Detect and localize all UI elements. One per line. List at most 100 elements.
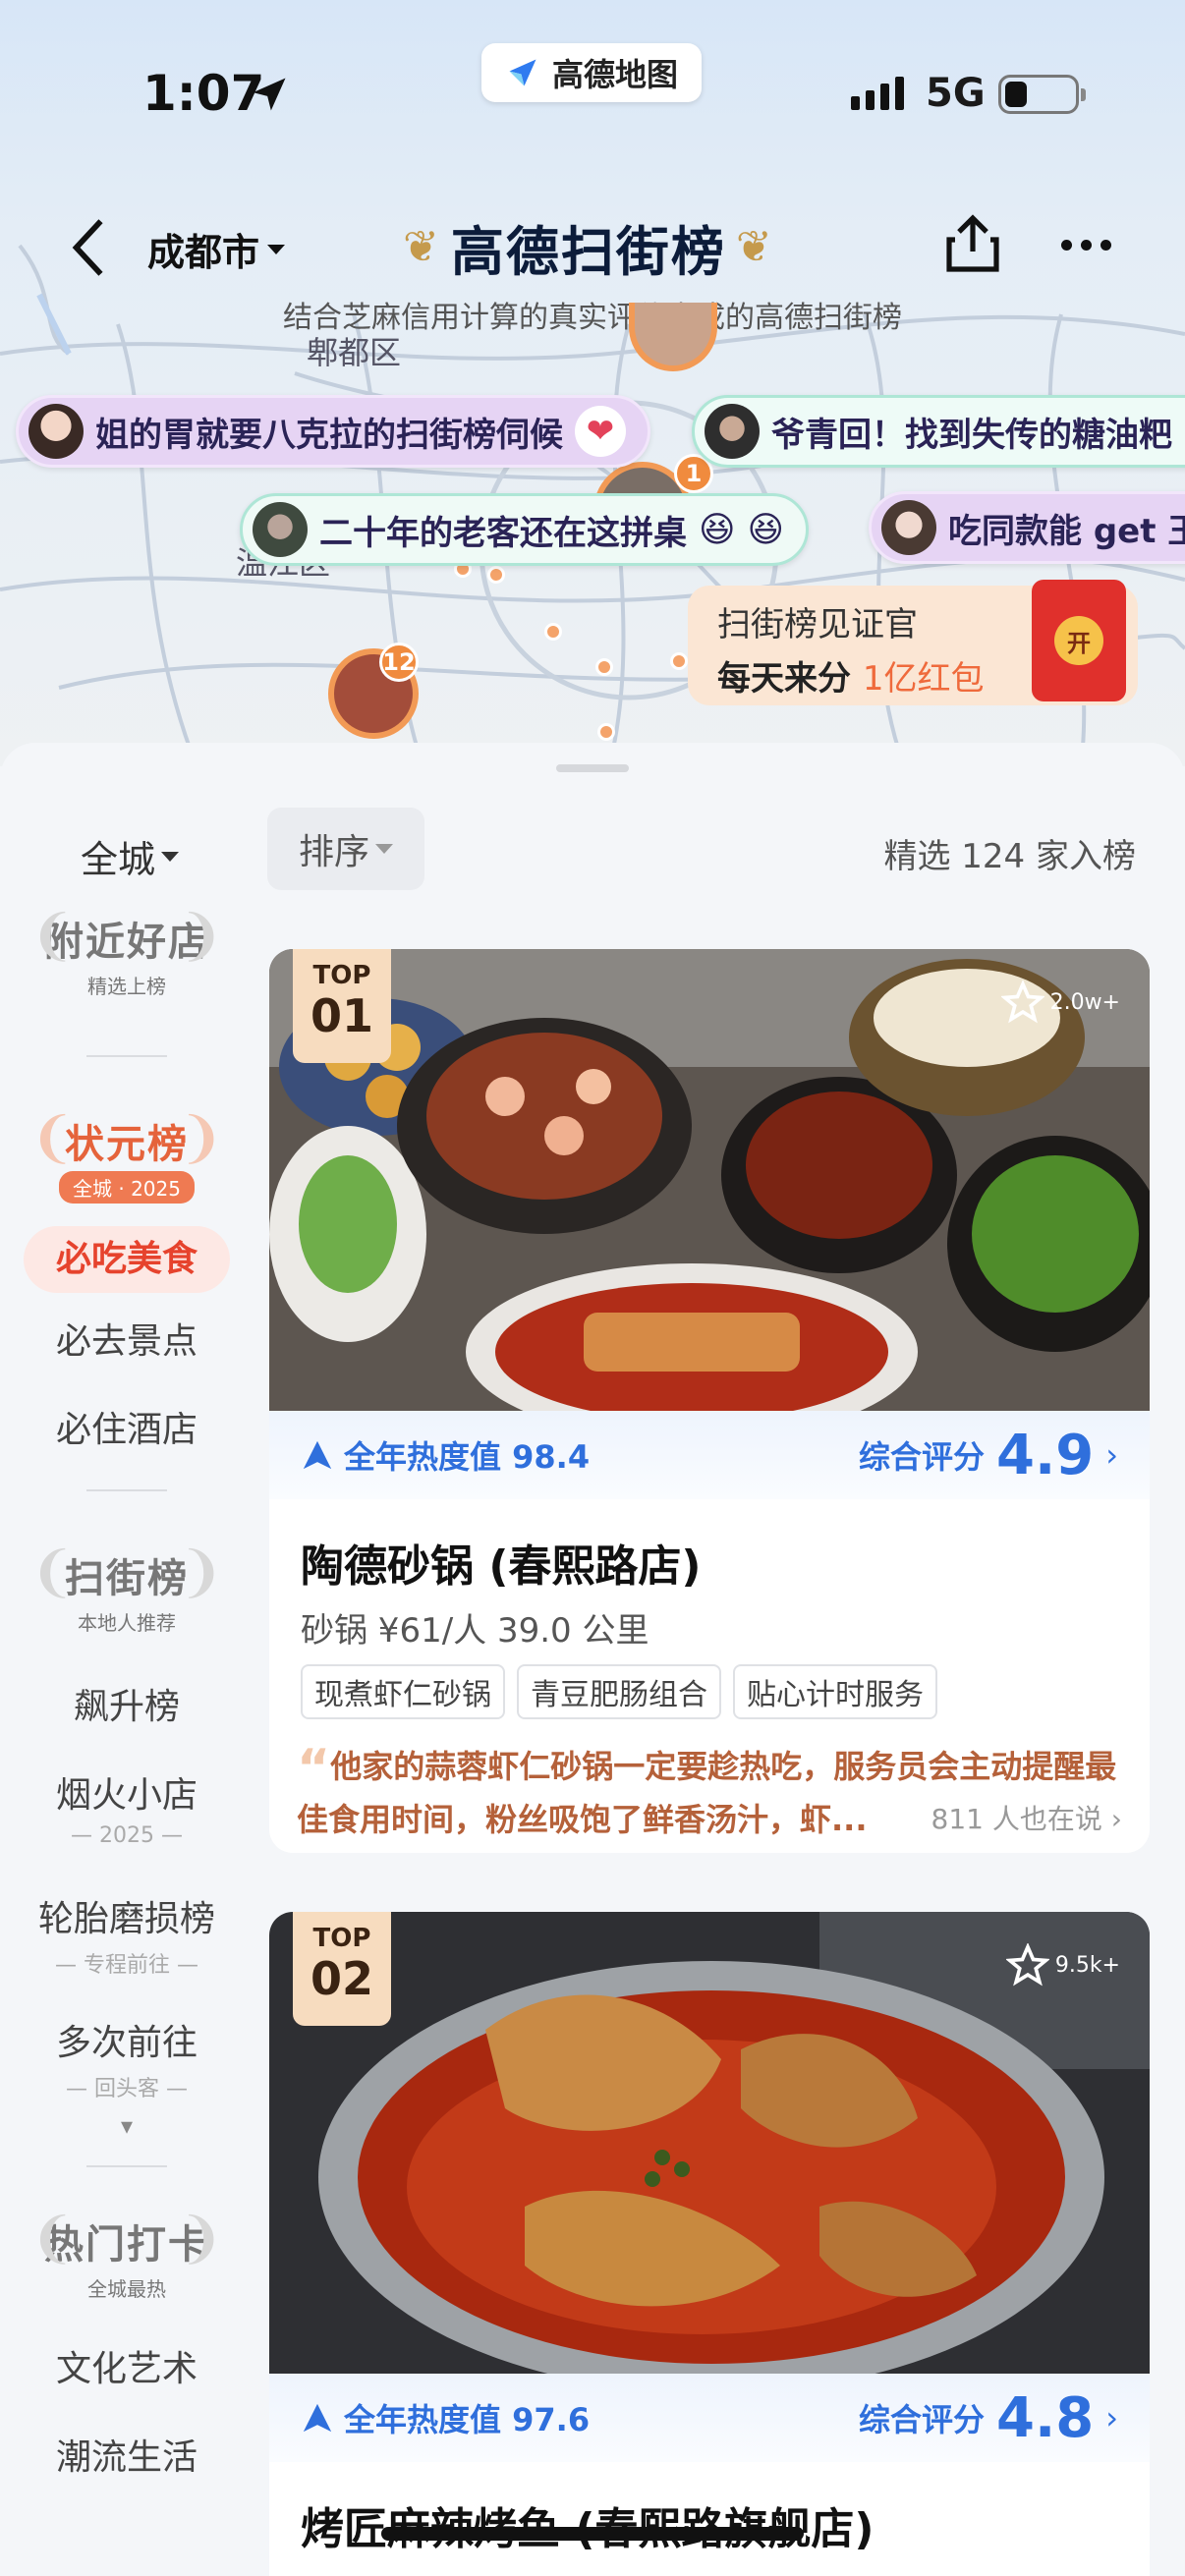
sidebar-item-tire-wear[interactable]: 轮胎磨损榜 — 专程前往 — <box>0 1890 254 1979</box>
heat-value: 全年热度值 97.6 <box>301 2395 590 2440</box>
back-arrow-icon[interactable] <box>67 212 112 283</box>
chevron-right-icon: › <box>1105 1436 1118 1474</box>
sidebar-item-label: 轮胎磨损榜 <box>37 1899 215 1939</box>
sidebar-section-street[interactable]: ❨ ❩ 扫街榜 本地人推荐 <box>0 1540 254 1638</box>
sidebar-section-nearby[interactable]: ❨ ❩ 附近好店 精选上榜 <box>0 904 254 1001</box>
sidebar-item-must-visit[interactable]: 必去景点 <box>0 1313 254 1364</box>
shop-name[interactable]: 陶德砂锅 (春熙路店) <box>301 1531 702 1594</box>
review-bubble[interactable]: 吃同款能 get 王 <box>869 491 1185 564</box>
shop-card[interactable]: TOP 02 9.5k+ 全年热度值 97.6 综合评分 4.8 › 烤匠麻辣烤… <box>269 1912 1150 2576</box>
red-packet-banner[interactable]: 扫街榜见证官 每天来分 1亿红包 开 <box>688 580 1138 705</box>
shop-photo[interactable]: TOP 01 2.0w+ <box>269 949 1150 1411</box>
review-bubble[interactable]: 姐的胃就要八克拉的扫街榜伺候 ❤ <box>16 395 650 468</box>
shop-tag: 青豆肥肠组合 <box>517 1664 721 1719</box>
section-subtitle: 全城最热 <box>87 2277 166 2301</box>
wreath-icon: ❨ <box>29 1540 76 1604</box>
sidebar-section-hot[interactable]: ❨ ❩ 热门打卡 全城最热 <box>0 2207 254 2304</box>
review-bubble-text: 姐的胃就要八克拉的扫街榜伺候 <box>95 415 563 455</box>
signal-icon <box>851 77 904 110</box>
shop-card[interactable]: TOP 01 2.0w+ 全年热度值 98.4 综合评分 4.9 › 陶德砂锅 … <box>269 949 1150 1853</box>
laurel-left-icon: ❦ <box>403 222 441 272</box>
star-icon <box>1005 1943 1049 1987</box>
shop-stats: 全年热度值 98.4 综合评分 4.9 › <box>269 1411 1150 1499</box>
sidebar-item-label: 烟火小店 <box>55 1775 198 1816</box>
laughing-emoji-icon: 😆 <box>747 509 785 550</box>
review-quote[interactable]: “他家的蒜蓉虾仁砂锅一定要趁热吃，服务员会主动提醒最佳食用时间，粉丝吸饱了鲜香汤… <box>297 1741 1122 1845</box>
sidebar-item-rising[interactable]: 飙升榜 <box>0 1678 254 1729</box>
page-title-text: 高德扫街榜 <box>450 221 726 283</box>
review-bubble-text: 吃同款能 get 王 <box>948 511 1185 551</box>
ranking-sheet: 全城 排序 精选 124 家入榜 ❨ ❩ 附近好店 精选上榜 ❨ ❩ 状元榜 全… <box>0 743 1185 2576</box>
expand-chevron-icon[interactable]: ▾ <box>0 2112 254 2140</box>
favorite-button[interactable]: 2.0w+ <box>1000 980 1120 1024</box>
favorite-button[interactable]: 9.5k+ <box>1005 1943 1120 1987</box>
chevron-right-icon: › <box>1105 2399 1118 2436</box>
favorite-count: 2.0w+ <box>1049 989 1120 1015</box>
sidebar-section-champion[interactable]: ❨ ❩ 状元榜 全城 · 2025 <box>0 1106 254 1204</box>
wreath-icon: ❩ <box>178 2207 224 2270</box>
page-subtitle: 结合芝麻信用计算的真实评价生成的高德扫街榜 <box>283 301 902 335</box>
more-options-icon[interactable] <box>1061 240 1111 251</box>
map-dot[interactable] <box>487 566 505 584</box>
map-dot[interactable] <box>544 623 562 641</box>
avatar <box>253 502 308 557</box>
shop-photo[interactable]: TOP 02 9.5k+ <box>269 1912 1150 2374</box>
heart-icon: ❤ <box>575 406 626 457</box>
map-dot[interactable] <box>597 723 615 741</box>
sidebar-item-culture-art[interactable]: 文化艺术 <box>0 2340 254 2391</box>
favorite-count: 9.5k+ <box>1054 1952 1120 1978</box>
rank-label: TOP <box>312 1924 371 1953</box>
app-back-banner[interactable]: 高德地图 <box>481 43 702 102</box>
score-value: 4.8 <box>996 2385 1095 2450</box>
amap-arrow-icon <box>303 2403 332 2433</box>
review-bubble[interactable]: 二十年的老客还在这拼桌 😆 😆 <box>240 493 810 566</box>
rating[interactable]: 综合评分 4.9 › <box>859 1424 1118 1487</box>
sidebar-item-repeat-visits[interactable]: 多次前往 — 回头客 — <box>0 2014 254 2102</box>
network-type: 5G <box>926 71 986 116</box>
sidebar-item-small-shops[interactable]: 烟火小店 — 2025 — <box>0 1766 254 1848</box>
review-more-link[interactable]: 811 人也在说 › <box>931 1794 1122 1845</box>
sidebar-item-must-stay[interactable]: 必住酒店 <box>0 1401 254 1452</box>
divider <box>86 1055 167 1057</box>
red-packet-open-label: 开 <box>1054 616 1103 665</box>
city-selector[interactable]: 成都市 <box>147 222 286 276</box>
rank-number: 01 <box>310 989 373 1042</box>
rank-label: TOP <box>312 961 371 990</box>
map-area[interactable]: 1:07 高德地图 5G 成都市 ❦ 高德扫街榜 ❦ 结合芝麻信用计算的真实评价 <box>0 0 1185 766</box>
area-filter[interactable]: 全城 <box>81 829 180 883</box>
review-bubble[interactable]: 爷青回！找到失传的糖油粑 <box>692 395 1185 468</box>
score-label: 综合评分 <box>858 1438 985 1476</box>
sheet-drag-handle[interactable] <box>556 764 629 772</box>
rank-badge: TOP 01 <box>293 949 391 1063</box>
sidebar-item-trend-life[interactable]: 潮流生活 <box>0 2429 254 2480</box>
status-bar: 1:07 高德地图 5G <box>0 0 1185 187</box>
heat-text: 全年热度值 97.6 <box>344 2401 591 2438</box>
score-label: 综合评分 <box>858 2401 985 2438</box>
page-title: ❦ 高德扫街榜 ❦ <box>403 208 774 286</box>
sort-button[interactable]: 排序 <box>267 808 424 890</box>
avatar <box>705 404 760 459</box>
wreath-icon: ❩ <box>178 1106 224 1170</box>
laurel-right-icon: ❦ <box>735 222 774 272</box>
rating[interactable]: 综合评分 4.8 › <box>859 2386 1118 2450</box>
map-dot[interactable] <box>595 658 613 676</box>
section-subtitle: 本地人推荐 <box>78 1611 176 1635</box>
shop-name[interactable]: 烤匠麻辣烤鱼 (春熙路旗舰店) <box>301 2493 875 2556</box>
shop-stats: 全年热度值 97.6 综合评分 4.8 › <box>269 2374 1150 2462</box>
score-value: 4.9 <box>996 1423 1095 1487</box>
avatar <box>28 404 84 459</box>
area-filter-label: 全城 <box>81 838 156 881</box>
wreath-icon: ❨ <box>29 2207 76 2270</box>
city-name: 成都市 <box>147 231 260 274</box>
sidebar-item-sub: — 2025 — <box>71 1823 183 1848</box>
sidebar-item-must-eat[interactable]: 必吃美食 <box>24 1226 230 1293</box>
shop-tag: 贴心计时服务 <box>733 1664 937 1719</box>
sort-label: 排序 <box>298 832 369 872</box>
map-dot[interactable] <box>670 652 688 670</box>
red-packet-icon[interactable]: 开 <box>1032 580 1126 701</box>
avatar <box>881 500 936 555</box>
map-pin-count-left: 12 <box>379 643 419 682</box>
shop-meta: 砂锅 ¥61/人 39.0 公里 <box>301 1611 649 1651</box>
section-subtitle: 全城 · 2025 <box>59 1171 195 1204</box>
share-icon[interactable] <box>943 212 1002 275</box>
